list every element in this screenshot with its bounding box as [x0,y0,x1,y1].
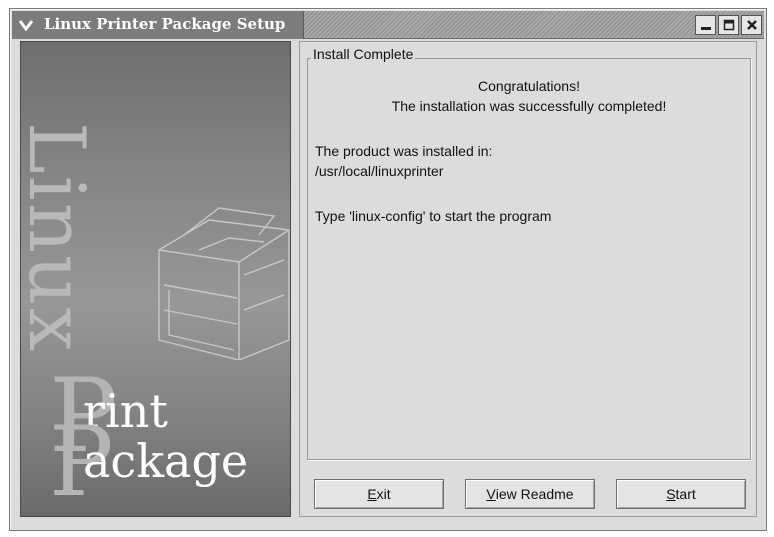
minimize-icon[interactable] [695,15,716,35]
install-complete-group [307,58,751,460]
title-left-block: Linux Printer Package Setup [12,11,304,39]
content-area: Install Complete Congratulations! The in… [299,41,757,517]
start-mnemonic: S [666,486,676,502]
view-readme-button[interactable]: View Readme [465,479,595,509]
setup-window: Linux Printer Package Setup Linux P rint… [9,8,767,531]
congrats-heading: Congratulations! [478,78,580,94]
chevron-down-icon[interactable] [17,16,35,34]
install-location-path: /usr/local/linuxprinter [315,163,444,179]
exit-mnemonic: E [367,486,377,502]
readme-mnemonic: V [486,486,496,502]
group-title: Install Complete [311,46,416,62]
start-button[interactable]: Start [616,479,746,509]
maximize-icon[interactable] [718,15,739,35]
printer-illustration [158,207,290,360]
exit-button[interactable]: Exit [314,479,444,509]
close-icon[interactable] [741,15,762,35]
readme-label: iew Readme [495,486,574,502]
success-message: The installation was successfully comple… [391,98,667,114]
window-title: Linux Printer Package Setup [44,15,286,33]
side-banner: Linux P rint P ackage [20,41,291,517]
title-bar[interactable]: Linux Printer Package Setup [12,11,764,39]
install-location-label: The product was installed in: [315,143,493,159]
banner-linux-text: Linux [20,122,101,354]
exit-label: xit [376,486,391,502]
banner-package-text: ackage [83,434,249,488]
launch-hint: Type 'linux-config' to start the program [315,208,552,224]
start-label: tart [675,486,696,502]
